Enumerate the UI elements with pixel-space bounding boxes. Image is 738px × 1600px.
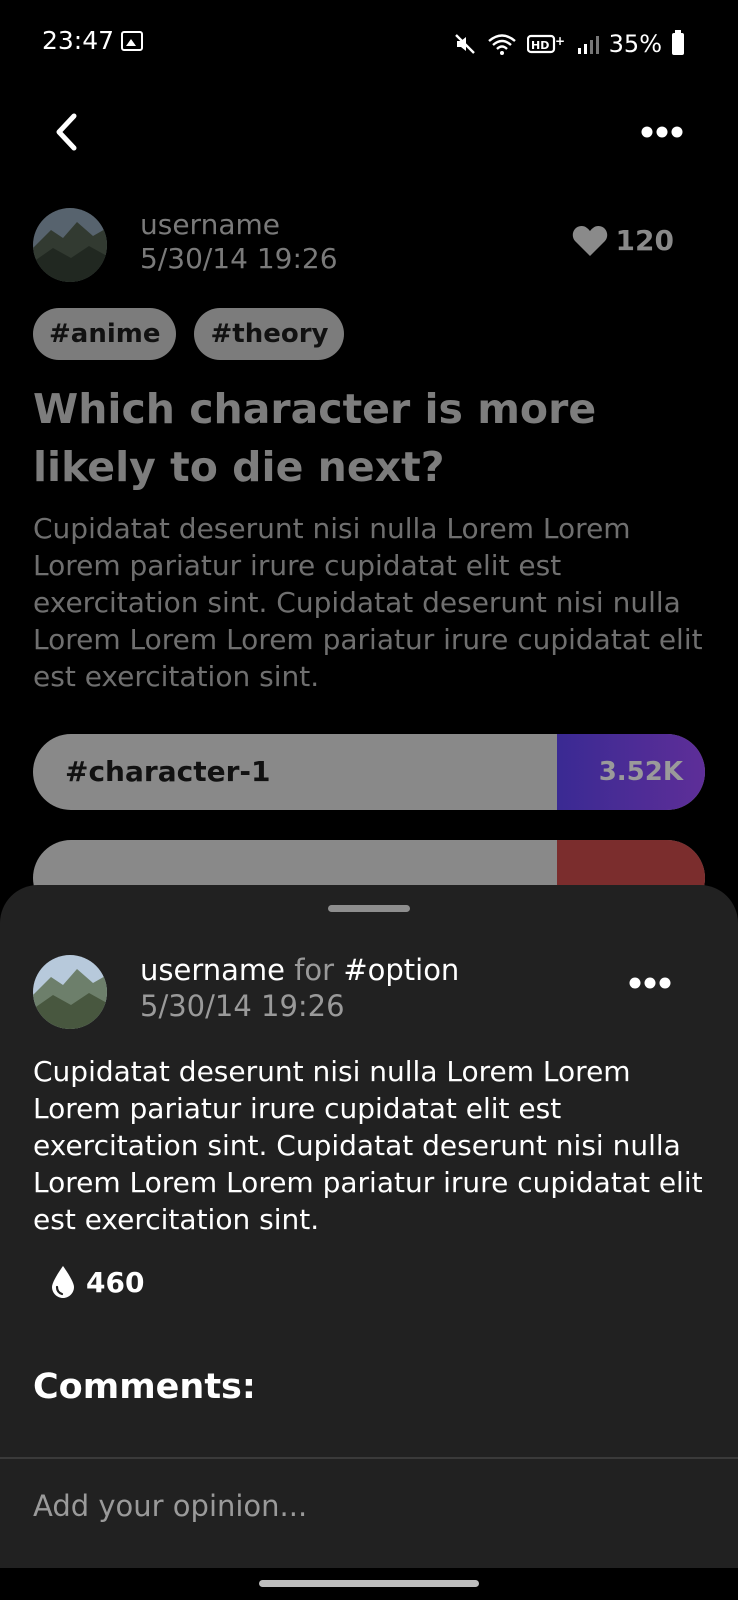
tag-anime[interactable]: #anime [33,308,177,360]
svg-text:+: + [555,34,565,48]
comment-input[interactable] [0,1459,738,1553]
comment-option[interactable]: #option [343,953,459,987]
tag-list: #anime #theory [33,308,345,360]
hd-voice-icon: HD + [526,34,565,54]
more-horizontal-icon [629,977,671,989]
post-username[interactable]: username [140,208,280,241]
image-icon [121,31,143,51]
status-icons: HD + 35% [453,24,684,64]
status-time: 23:47 [42,26,115,55]
status-bar: 23:47 HD + 35% [0,0,738,88]
vote-option-1-label: #character-1 [65,755,271,788]
comment-user-line: username for #option [140,953,459,987]
post-date: 5/30/14 19:26 [140,242,338,275]
drop-icon [52,1266,74,1298]
system-nav-bar [0,1568,738,1600]
comment-sheet: username for #option 5/30/14 19:26 Cupid… [0,885,738,1600]
post-more-button[interactable] [638,118,686,146]
like-count: 120 [615,224,674,257]
drop-count: 460 [86,1265,145,1299]
like-button[interactable]: 120 [572,224,674,257]
comment-date: 5/30/14 19:26 [140,989,345,1023]
back-button[interactable] [44,108,88,156]
post-avatar[interactable] [33,208,107,282]
heart-icon [572,225,607,256]
chevron-left-icon [56,113,77,151]
post-title: Which character is more likely to die ne… [33,385,597,491]
sheet-drag-handle[interactable] [328,905,410,912]
comment-body: Cupidatat deserunt nisi nulla Lorem Lore… [33,1055,703,1236]
battery-percent: 35% [608,30,662,58]
comment-avatar[interactable] [33,955,107,1029]
mute-icon [454,34,475,54]
vote-option-1[interactable]: #character-1 3.52K [33,734,705,810]
home-indicator[interactable] [259,1580,479,1587]
battery-icon [672,30,684,55]
mountain-avatar-image [33,955,107,1029]
vote-option-1-count: 3.52K [598,757,683,787]
comment-username[interactable]: username [140,953,285,987]
wifi-icon [487,34,516,55]
svg-text:HD: HD [531,39,549,52]
comments-heading: Comments: [33,1367,256,1407]
comment-for-text: for [294,953,335,987]
post-body: Cupidatat deserunt nisi nulla Lorem Lore… [33,512,703,693]
more-horizontal-icon [641,126,683,138]
mountain-avatar-image [33,208,107,282]
drop-button[interactable]: 460 [50,1265,144,1299]
signal-icon [577,36,599,54]
comment-more-button[interactable] [626,969,674,997]
tag-theory[interactable]: #theory [194,308,345,360]
